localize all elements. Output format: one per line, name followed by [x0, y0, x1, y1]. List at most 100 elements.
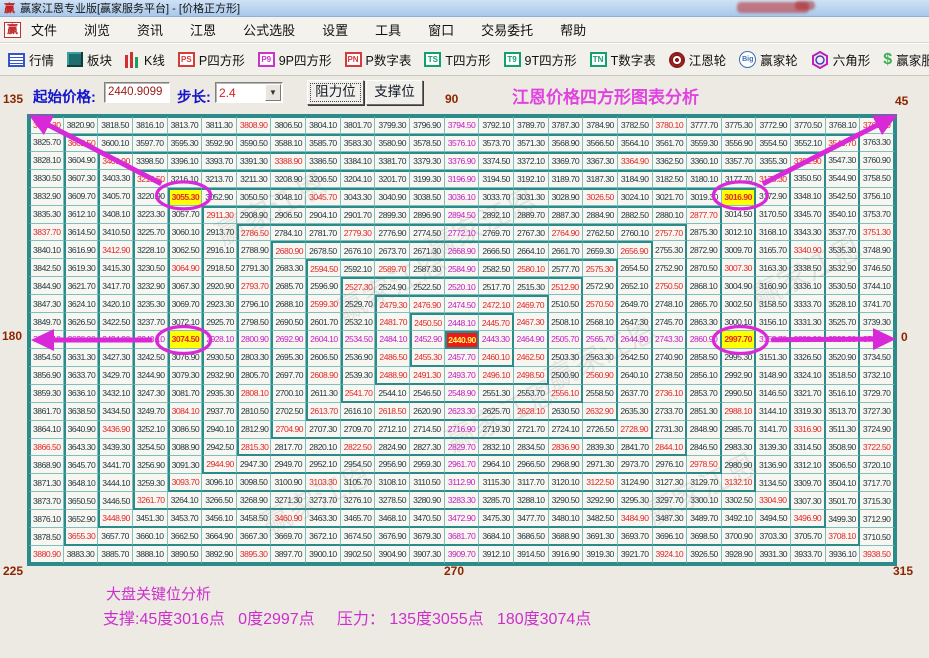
grid-cell: 3684.10: [479, 528, 514, 547]
toolbar: 行情 板块 K线 PS P四方形 P9 9P四方形 PN P数字表 TS T四方形 T9 9T四方形 TN…: [0, 43, 929, 76]
grid-cell: 3758.50: [860, 169, 895, 188]
toolbar-hexagon-tool[interactable]: 六角形: [811, 50, 870, 69]
grid-cell: 2954.50: [340, 456, 376, 475]
grid-cell: 3751.30: [860, 223, 895, 242]
grid-cell: 3129.70: [687, 474, 722, 493]
grid-cell: 3384.10: [340, 151, 376, 170]
grid-cell: 2635.30: [617, 402, 653, 421]
grid-cell: 3050.50: [236, 187, 272, 206]
grid-cell: 2450.50: [410, 313, 445, 332]
grid-cell: 3175.30: [756, 169, 792, 188]
9p-square-icon: P9: [257, 52, 275, 67]
grid-cell: 3295.30: [617, 492, 653, 511]
toolbar-9t-square[interactable]: T9 9T四方形: [503, 50, 577, 69]
chevron-down-icon[interactable]: ▼: [265, 84, 281, 101]
grid-cell: 3770.50: [791, 116, 826, 134]
grid-cell: 2800.90: [236, 331, 272, 349]
grid-cell: 3436.90: [98, 420, 133, 439]
grid-cell: 3924.10: [652, 546, 688, 564]
toolbar-label: T四方形: [445, 54, 491, 68]
grid-cell: 3698.50: [687, 528, 722, 547]
grid-cell: 3796.90: [410, 116, 445, 134]
toolbar-gann-wheel[interactable]: 江恩轮: [668, 50, 726, 69]
grid-cell: 3139.30: [756, 438, 792, 457]
toolbar-p-number-table[interactable]: PN P数字表: [344, 50, 411, 69]
grid-cell: 3069.70: [167, 295, 203, 314]
menu-item-浏览[interactable]: 浏览: [84, 20, 110, 39]
grid-cell: 3676.90: [375, 528, 411, 547]
grid-cell: 3105.70: [340, 474, 376, 493]
grid-cell: 2868.10: [687, 277, 722, 296]
toolbar-sectors[interactable]: 板块: [67, 50, 112, 69]
grid-cell: 3417.70: [98, 277, 133, 296]
grid-cell: 3192.10: [513, 169, 549, 188]
grid-cell: 3300.10: [687, 492, 722, 511]
menu-item-江恩[interactable]: 江恩: [190, 20, 216, 39]
grid-cell: 3379.30: [410, 151, 445, 170]
menu-item-设置[interactable]: 设置: [322, 20, 348, 39]
grid-cell: 3564.10: [617, 133, 653, 152]
grid-cell: 2695.30: [271, 348, 307, 367]
grid-cell: 3681.70: [444, 528, 480, 547]
grid-cell: 3360.10: [687, 151, 722, 170]
grid-cell: 2707.30: [306, 420, 341, 439]
grid-cell: 3199.30: [410, 169, 445, 188]
grid-cell: 2882.50: [617, 205, 653, 224]
grid-cell: 2666.50: [479, 241, 514, 260]
grid-cell: 2697.70: [271, 366, 307, 385]
grid-cell: 3523.30: [825, 331, 861, 349]
grid-cell: 3244.90: [132, 366, 168, 385]
menu-item-资讯[interactable]: 资讯: [137, 20, 163, 39]
support-button[interactable]: 支撑位: [366, 80, 423, 105]
compass-label-45: 45: [895, 94, 909, 108]
grid-cell: 2904.10: [306, 205, 341, 224]
grid-cell: 3134.50: [756, 474, 792, 493]
start-price-input[interactable]: 2440.9099: [104, 82, 170, 103]
toolbar-winner-service[interactable]: $赢家服务: [883, 50, 929, 69]
toolbar-kline[interactable]: K线: [125, 50, 165, 69]
toolbar-quotes[interactable]: 行情: [8, 50, 54, 69]
toolbar-winner-wheel[interactable]: Big 赢家轮: [739, 50, 798, 69]
grid-cell: 3326.50: [791, 348, 826, 367]
grid-cell: 2467.30: [513, 313, 549, 332]
grid-cell: 3885.70: [98, 546, 133, 564]
grid-cell: 3331.30: [791, 313, 826, 332]
menu-item-公式选股[interactable]: 公式选股: [243, 20, 295, 39]
grid-cell: 2680.90: [271, 241, 307, 260]
grid-cell: 3014.50: [721, 205, 757, 224]
toolbar-t-number-table[interactable]: TN T数字表: [589, 50, 656, 69]
grid-cell: 2472.10: [479, 295, 514, 314]
resistance-button[interactable]: 阻力位: [307, 80, 364, 105]
toolbar-t-square[interactable]: TS T四方形: [424, 50, 491, 69]
grid-cell: 2464.90: [513, 331, 549, 349]
grid-cell: 3604.90: [63, 151, 99, 170]
grid-cell: 3391.30: [236, 151, 272, 170]
menu-item-帮助[interactable]: 帮助: [560, 20, 586, 39]
menu-item-文件[interactable]: 文件: [31, 20, 57, 39]
toolbar-p-square[interactable]: PS P四方形: [177, 50, 245, 69]
grid-cell: 3252.10: [132, 420, 168, 439]
toolbar-9p-square[interactable]: P9 9P四方形: [257, 50, 332, 69]
grid-cell: 3734.50: [860, 348, 895, 367]
grid-cell: 3912.10: [479, 546, 514, 564]
grid-cell: 2803.30: [236, 348, 272, 367]
grid-cell: 2632.90: [583, 402, 618, 421]
grid-cell: 3249.70: [132, 402, 168, 421]
grid-cell: 2457.70: [444, 348, 480, 367]
menu-item-窗口[interactable]: 窗口: [428, 20, 454, 39]
grid-cell: 3816.10: [132, 116, 168, 134]
grid-cell: 3290.50: [548, 492, 584, 511]
grid-cell: 2601.70: [306, 313, 341, 332]
step-select[interactable]: 2.4 ▼: [215, 82, 283, 103]
grid-cell: 3213.70: [202, 169, 237, 188]
grid-cell: 3340.90: [791, 241, 826, 260]
menu-item-交易委托[interactable]: 交易委托: [481, 20, 533, 39]
grid-cell: 3566.50: [583, 133, 618, 152]
grid-cell: 3237.70: [132, 313, 168, 332]
grid-cell: 2887.30: [548, 205, 584, 224]
grid-cell: 2762.50: [583, 223, 618, 242]
menu-item-工具[interactable]: 工具: [375, 20, 401, 39]
grid-cell: 3609.70: [63, 187, 99, 206]
grid-cell: 3367.30: [583, 151, 618, 170]
grid-cell: 3864.10: [29, 420, 64, 439]
